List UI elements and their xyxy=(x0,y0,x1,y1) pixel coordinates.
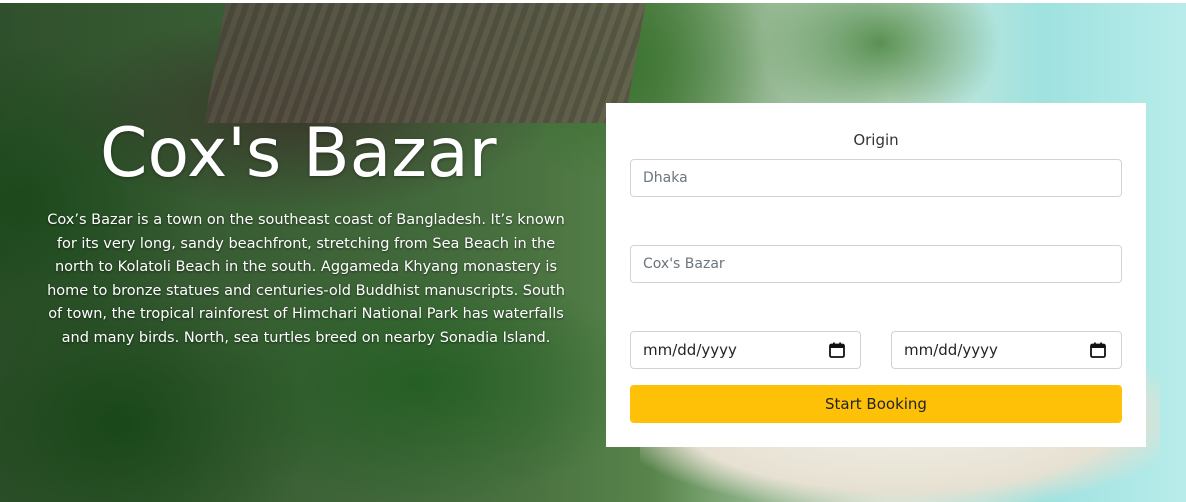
origin-input[interactable] xyxy=(630,159,1122,197)
calendar-icon[interactable] xyxy=(828,341,846,359)
destination-input[interactable] xyxy=(630,245,1122,283)
start-date-input[interactable]: mm/dd/yyyy xyxy=(630,331,861,369)
resort-roof xyxy=(204,3,646,123)
start-date-placeholder: mm/dd/yyyy xyxy=(643,341,737,359)
end-date-input[interactable]: mm/dd/yyyy xyxy=(891,331,1122,369)
end-date-placeholder: mm/dd/yyyy xyxy=(904,341,998,359)
calendar-icon[interactable] xyxy=(1089,341,1107,359)
booking-panel: Origin mm/dd/yyyy mm/dd/yyyy Start Booki… xyxy=(606,103,1146,447)
start-booking-button[interactable]: Start Booking xyxy=(630,385,1122,423)
destination-description: Cox’s Bazar is a town on the southeast c… xyxy=(47,212,565,346)
origin-label: Origin xyxy=(853,131,899,149)
destination-title: Cox's Bazar xyxy=(100,114,497,193)
